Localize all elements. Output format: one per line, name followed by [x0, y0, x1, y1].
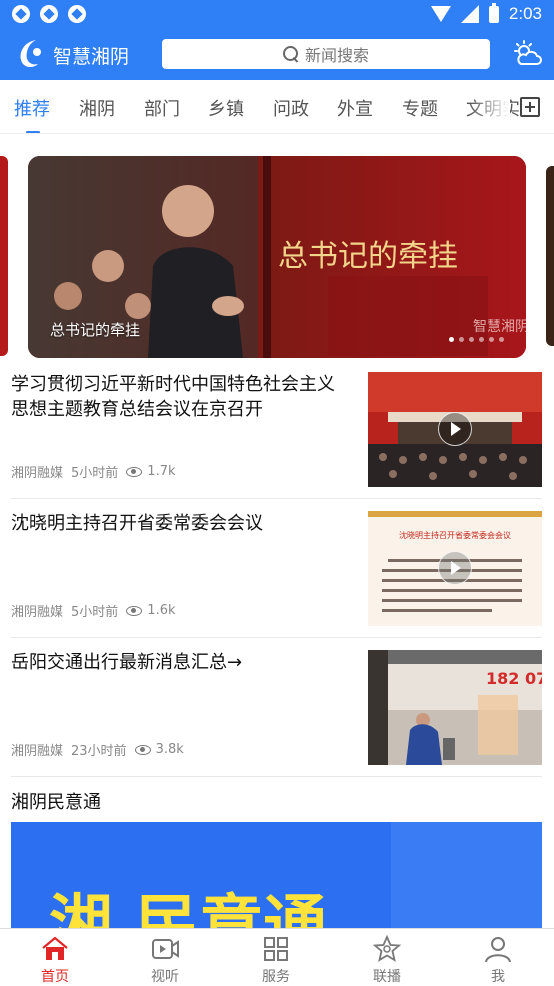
app-header: 智慧湘阴 新闻搜索 — [0, 30, 554, 80]
clock: 2:03 — [508, 4, 542, 23]
carousel-dot[interactable] — [479, 337, 484, 342]
notification-icon — [12, 5, 30, 23]
carousel-dot[interactable] — [469, 337, 474, 342]
news-meta: 湘阴融媒 5小时前 1.6k — [11, 601, 176, 620]
news-views: 3.8k — [155, 742, 184, 757]
eye-icon — [126, 466, 143, 477]
search-input[interactable]: 新闻搜索 — [162, 39, 490, 69]
system-status: 2:03 — [430, 2, 542, 24]
carousel-dot[interactable] — [499, 337, 504, 342]
tab-fade — [470, 80, 510, 133]
news-meta: 湘阴融媒 5小时前 1.7k — [11, 462, 176, 481]
search-placeholder: 新闻搜索 — [304, 46, 369, 65]
eye-icon — [134, 744, 151, 755]
play-icon[interactable] — [438, 412, 472, 446]
news-item[interactable]: 岳阳交通出行最新消息汇总→ 湘阴融媒 23小时前 3.8k 182 073 — [0, 638, 554, 777]
app-title: 智慧湘阴 — [53, 46, 130, 68]
banner-caption: 总书记的牵挂 — [50, 321, 141, 339]
news-time: 5小时前 — [71, 605, 119, 620]
banner-slide[interactable]: 总书记的牵挂 智慧湘阴 总书记的牵挂 — [28, 156, 526, 358]
section-banner[interactable]: 湘 民意通 — [11, 822, 542, 928]
tab-publicity[interactable]: 外宣 — [337, 95, 373, 121]
tab-departments[interactable]: 部门 — [144, 95, 180, 121]
news-title[interactable]: 沈晓明主持召开省委常委会会议 — [11, 511, 347, 536]
news-time: 5小时前 — [71, 466, 119, 481]
thumbnail-text: 182 073 — [486, 669, 542, 688]
nav-home[interactable]: 首页 — [0, 929, 110, 986]
nav-label: 服务 — [262, 969, 290, 985]
news-item[interactable]: 沈晓明主持召开省委常委会会议 湘阴融媒 5小时前 1.6k 沈晓明主持召开省委常… — [0, 499, 554, 638]
weather-icon[interactable] — [512, 40, 542, 68]
tab-towns[interactable]: 乡镇 — [208, 95, 244, 121]
section-title: 湘阴民意通 — [11, 792, 101, 813]
section-banner-text: 湘 民意通 — [49, 889, 327, 928]
news-views: 1.6k — [147, 603, 176, 618]
wifi-icon — [430, 6, 451, 22]
nav-label: 联播 — [373, 969, 401, 985]
user-icon — [485, 937, 511, 963]
nav-broadcast[interactable]: 联播 — [332, 929, 442, 986]
signal-icon — [460, 5, 479, 23]
notification-icon — [68, 5, 86, 23]
tab-xiangyin[interactable]: 湘阴 — [79, 95, 115, 121]
search-icon — [282, 46, 299, 62]
news-item[interactable]: 学习贯彻习近平新时代中国特色社会主义思想主题教育总结会议在京召开 湘阴融媒 5小… — [0, 360, 554, 499]
nav-services[interactable]: 服务 — [221, 929, 331, 986]
video-icon — [152, 939, 179, 959]
status-bar: 2:03 — [0, 0, 554, 30]
carousel-dot[interactable] — [449, 337, 454, 342]
eye-icon — [126, 605, 143, 616]
nav-label: 我 — [491, 969, 505, 985]
thumbnail-heading: 沈晓明主持召开省委常委会会议 — [399, 530, 511, 540]
news-thumbnail[interactable] — [368, 372, 542, 487]
banner-overlay-text: 总书记的牵挂 — [278, 239, 458, 274]
add-channel-icon[interactable] — [520, 97, 540, 117]
divider — [11, 776, 542, 777]
bottom-nav: 首页 视听 服务 联播 我 — [0, 928, 554, 986]
notification-icons — [12, 5, 86, 23]
grid-icon — [264, 937, 288, 961]
section-banner-image: 湘 民意通 — [11, 822, 542, 928]
channel-tabs: 推荐 湘阴 部门 乡镇 问政 外宣 专题 文明实 — [0, 80, 554, 134]
tab-recommend[interactable]: 推荐 — [14, 95, 50, 121]
play-icon[interactable] — [438, 551, 472, 585]
home-icon — [42, 936, 68, 960]
tab-inquiry[interactable]: 问政 — [273, 95, 309, 121]
news-source: 湘阴融媒 — [11, 744, 64, 759]
news-thumbnail[interactable]: 182 073 — [368, 650, 542, 765]
news-time: 23小时前 — [71, 744, 127, 759]
app-logo-icon — [20, 40, 41, 68]
battery-icon — [488, 2, 499, 23]
banner-prev-peek[interactable] — [0, 156, 8, 356]
carousel-dots — [449, 337, 504, 342]
star-icon — [372, 935, 402, 962]
news-title[interactable]: 岳阳交通出行最新消息汇总→ — [11, 650, 347, 675]
carousel-dot[interactable] — [489, 337, 494, 342]
news-source: 湘阴融媒 — [11, 605, 64, 620]
news-thumbnail[interactable]: 沈晓明主持召开省委常委会会议 — [368, 511, 542, 626]
banner-watermark: 智慧湘阴 — [473, 319, 526, 335]
banner-next-peek[interactable] — [546, 166, 554, 346]
news-views: 1.7k — [147, 464, 176, 479]
tab-topics[interactable]: 专题 — [402, 95, 438, 121]
nav-label: 视听 — [151, 969, 179, 985]
banner-carousel[interactable]: 总书记的牵挂 智慧湘阴 总书记的牵挂 — [0, 134, 554, 360]
thumbnail-image: 182 073 — [368, 650, 542, 765]
nav-video[interactable]: 视听 — [110, 929, 220, 986]
nav-label: 首页 — [41, 969, 69, 985]
news-meta: 湘阴融媒 23小时前 3.8k — [11, 740, 184, 759]
nav-profile[interactable]: 我 — [443, 929, 553, 986]
notification-icon — [40, 5, 58, 23]
carousel-dot[interactable] — [459, 337, 464, 342]
news-title[interactable]: 学习贯彻习近平新时代中国特色社会主义思想主题教育总结会议在京召开 — [11, 372, 347, 422]
news-source: 湘阴融媒 — [11, 466, 64, 481]
